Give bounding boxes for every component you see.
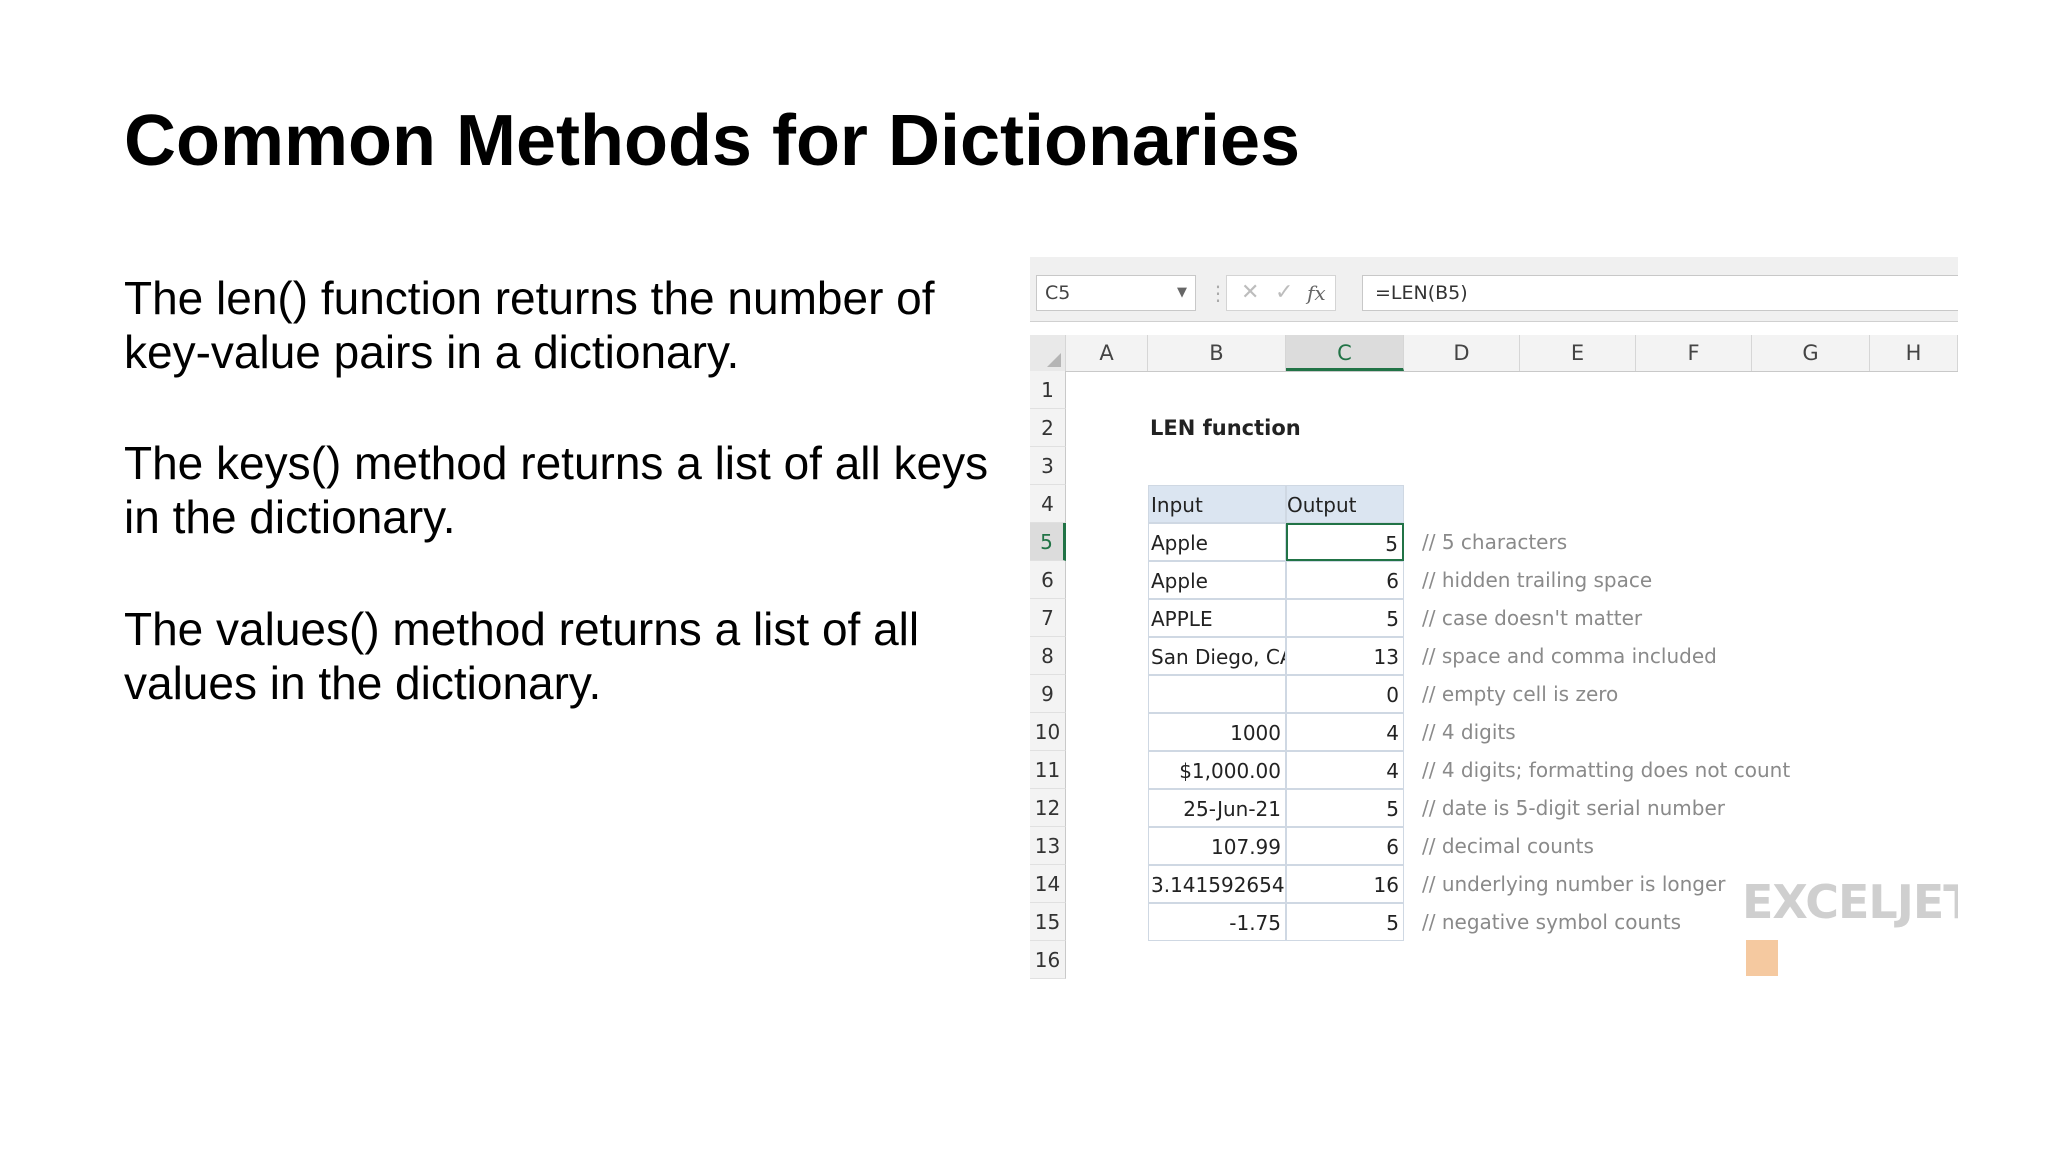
row-header-3[interactable]: 3 (1030, 447, 1066, 485)
sheet-title: LEN function (1150, 416, 1301, 440)
comment-cell[interactable]: // date is 5-digit serial number (1422, 789, 1942, 827)
output-cell[interactable]: 5 (1286, 789, 1404, 827)
input-cell[interactable]: APPLE (1148, 599, 1286, 637)
input-cell[interactable]: 25-Jun-21 (1148, 789, 1286, 827)
input-cell[interactable]: $1,000.00 (1148, 751, 1286, 789)
column-header-e[interactable]: E (1520, 335, 1636, 371)
formula-input[interactable]: =LEN(B5) (1362, 275, 1958, 311)
output-cell[interactable]: 4 (1286, 751, 1404, 789)
column-header-f[interactable]: F (1636, 335, 1752, 371)
formula-buttons: ✕ ✓ fx (1226, 275, 1336, 311)
row-header-8[interactable]: 8 (1030, 637, 1066, 675)
row-header-11[interactable]: 11 (1030, 751, 1066, 789)
len-description: The len() function returns the number of… (124, 272, 935, 378)
output-cell[interactable]: 6 (1286, 827, 1404, 865)
logo-mark-icon (1746, 940, 1778, 976)
comment-cell[interactable]: // 4 digits (1422, 713, 1942, 751)
comment-cell[interactable]: // empty cell is zero (1422, 675, 1942, 713)
input-cell[interactable] (1148, 675, 1286, 713)
output-header[interactable]: Output (1286, 485, 1404, 523)
column-header-a[interactable]: A (1066, 335, 1148, 371)
input-cell[interactable]: Apple (1148, 561, 1286, 599)
check-icon[interactable]: ✓ (1275, 276, 1293, 310)
column-header-c[interactable]: C (1286, 335, 1404, 371)
input-cell[interactable]: Apple (1148, 523, 1286, 561)
row-header-1[interactable]: 1 (1030, 371, 1066, 409)
column-headers: ABCDEFGH (1030, 335, 1958, 372)
spreadsheet-screenshot: C5 ▼ ⋮ ✕ ✓ fx =LEN(B5) ABCDEFGH 12345678… (1030, 257, 1958, 982)
select-all-icon (1047, 353, 1061, 367)
output-cell[interactable]: 5 (1286, 903, 1404, 941)
input-header[interactable]: Input (1148, 485, 1286, 523)
output-cell[interactable]: 6 (1286, 561, 1404, 599)
formula-bar: C5 ▼ ⋮ ✕ ✓ fx =LEN(B5) (1030, 257, 1958, 322)
output-cell[interactable]: 16 (1286, 865, 1404, 903)
input-cell[interactable]: 1000 (1148, 713, 1286, 751)
row-header-6[interactable]: 6 (1030, 561, 1066, 599)
row-header-10[interactable]: 10 (1030, 713, 1066, 751)
row-header-4[interactable]: 4 (1030, 485, 1066, 523)
comment-cell[interactable]: // decimal counts (1422, 827, 1942, 865)
insert-function-icon[interactable]: fx (1307, 276, 1326, 310)
chevron-down-icon[interactable]: ▼ (1177, 276, 1187, 310)
comment-cell[interactable]: // 4 digits; formatting does not count (1422, 751, 1942, 789)
input-cell[interactable]: San Diego, CA (1148, 637, 1286, 675)
input-cell[interactable]: 3.141592654 (1148, 865, 1286, 903)
output-cell[interactable]: 0 (1286, 675, 1404, 713)
keys-description: The keys() method returns a list of all … (124, 437, 989, 543)
column-header-d[interactable]: D (1404, 335, 1520, 371)
name-box-value: C5 (1045, 282, 1071, 304)
output-cell[interactable]: 4 (1286, 713, 1404, 751)
comment-cell[interactable]: // case doesn't matter (1422, 599, 1942, 637)
row-header-14[interactable]: 14 (1030, 865, 1066, 903)
row-header-9[interactable]: 9 (1030, 675, 1066, 713)
select-all-corner[interactable] (1030, 335, 1066, 371)
row-header-12[interactable]: 12 (1030, 789, 1066, 827)
values-description: The values() method returns a list of al… (124, 603, 920, 709)
row-header-15[interactable]: 15 (1030, 903, 1066, 941)
output-cell[interactable]: 5 (1286, 523, 1404, 561)
column-header-g[interactable]: G (1752, 335, 1870, 371)
cancel-icon[interactable]: ✕ (1241, 276, 1259, 310)
column-header-b[interactable]: B (1148, 335, 1286, 371)
output-cell[interactable]: 13 (1286, 637, 1404, 675)
slide-title: Common Methods for Dictionaries (124, 101, 1301, 181)
input-cell[interactable]: 107.99 (1148, 827, 1286, 865)
drag-handle-icon[interactable]: ⋮ (1208, 275, 1228, 311)
row-header-13[interactable]: 13 (1030, 827, 1066, 865)
row-header-2[interactable]: 2 (1030, 409, 1066, 447)
exceljet-logo: EXCELJET (1742, 875, 1958, 982)
comment-cell[interactable]: // hidden trailing space (1422, 561, 1942, 599)
row-header-5[interactable]: 5 (1030, 523, 1066, 561)
column-header-h[interactable]: H (1870, 335, 1958, 371)
row-header-16[interactable]: 16 (1030, 941, 1066, 979)
comment-cell[interactable]: // space and comma included (1422, 637, 1942, 675)
comment-cell[interactable]: // 5 characters (1422, 523, 1942, 561)
logo-text: EXCELJET (1742, 875, 1958, 929)
name-box[interactable]: C5 ▼ (1036, 275, 1196, 311)
output-cell[interactable]: 5 (1286, 599, 1404, 637)
row-header-7[interactable]: 7 (1030, 599, 1066, 637)
input-cell[interactable]: -1.75 (1148, 903, 1286, 941)
